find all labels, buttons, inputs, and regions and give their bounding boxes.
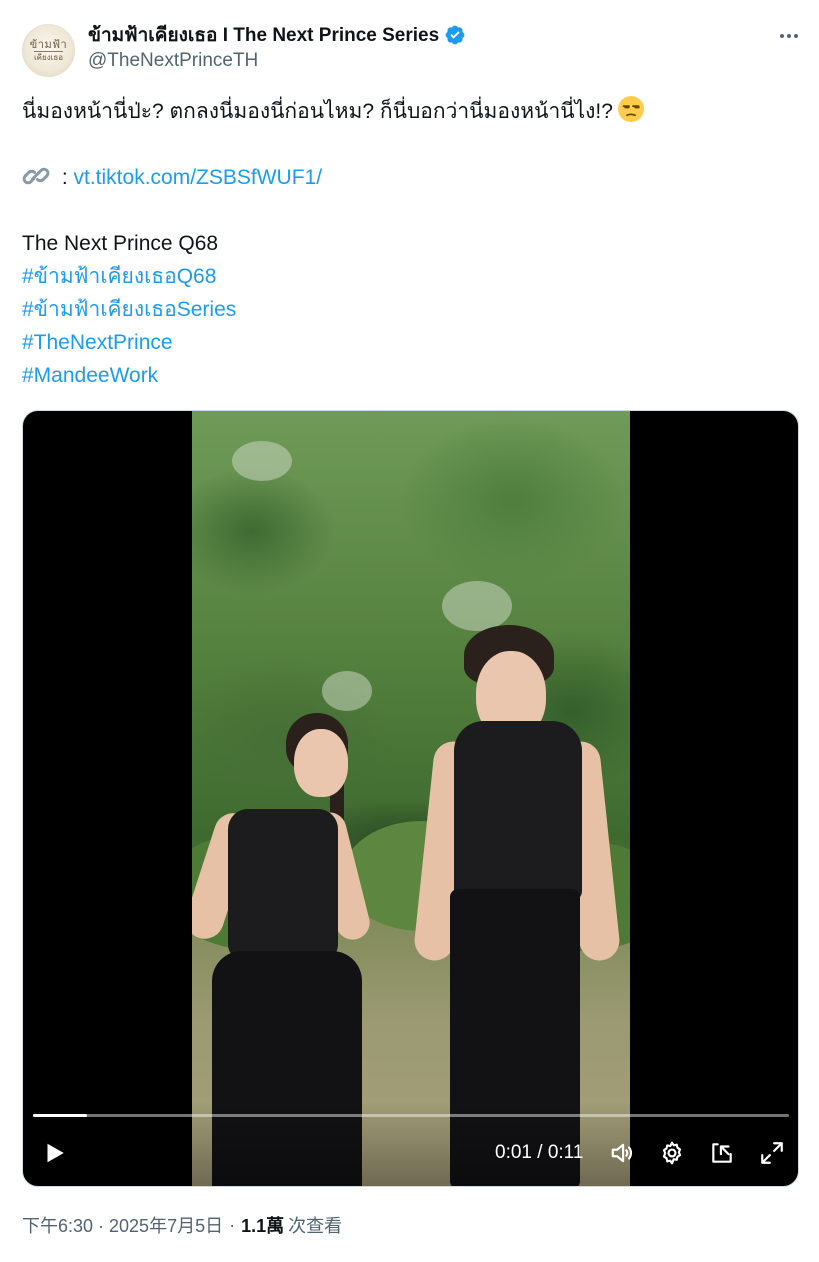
dot [780,34,784,38]
tweet-text-line-1: นี่มองหน้านี่ป่ะ? ตกลงนี่มองนี่ก่อนไหม? … [22,95,802,128]
show-title: The Next Prince Q68 [22,232,219,255]
author-handle[interactable]: @TheNextPrinceTH [88,50,258,72]
volume-button[interactable] [605,1136,639,1170]
hashtag-link[interactable]: #ข้ามฟ้าเคียงเธอQ68 [22,260,802,293]
fullscreen-icon [761,1142,783,1164]
tweet-meta: 下午6:30 · 2025年7月5日 · 1.1萬 次查看 [22,1212,342,1238]
sky-patch [232,441,292,481]
sky-patch [442,581,512,631]
tweet-sentence: นี่มองหน้านี่ป่ะ? ตกลงนี่มองนี่ก่อนไหม? … [22,100,613,123]
sky-patch [322,671,372,711]
author-name-row: ข้ามฟ้าเคียงเธอ I The Next Prince Series [88,22,466,48]
pop-out-icon [712,1143,732,1163]
meta-separator: · [229,1214,236,1235]
avatar-text-bottom: เคียงเธอ [33,50,64,62]
hashtag-link[interactable]: #ข้ามฟ้าเคียงเธอSeries [22,293,802,326]
hashtag-link[interactable]: #MandeeWork [22,359,802,392]
settings-gear-icon [662,1141,682,1165]
more-options-icon[interactable] [774,26,804,46]
tank-top [454,721,582,901]
tweet-card: ข้ามฟ้า เคียงเธอ ข้ามฟ้าเคียงเธอ I The N… [0,0,819,1262]
settings-button[interactable] [655,1136,689,1170]
volume-icon [611,1143,633,1163]
progress-fill [33,1114,88,1117]
dot [794,34,798,38]
video-controls: 0:01 / 0:11 [23,1101,798,1186]
author-avatar[interactable]: ข้ามฟ้า เคียงเธอ [22,24,75,77]
avatar-text-top: ข้ามฟ้า [29,37,68,51]
progress-bar[interactable] [33,1114,789,1117]
views-label: 次查看 [288,1216,343,1236]
video-player[interactable]: 0:01 / 0:11 [22,410,799,1187]
video-frame[interactable] [192,411,630,1186]
dot [787,34,791,38]
video-time: 0:01 / 0:11 [495,1142,584,1163]
tiktok-link[interactable]: vt.tiktok.com/ZSBSfWUF1/ [74,166,323,189]
hashtag-link[interactable]: #TheNextPrince [22,326,802,359]
fullscreen-button[interactable] [755,1136,789,1170]
verified-badge-icon[interactable] [444,24,466,46]
tweet-text: นี่มองหน้านี่ป่ะ? ตกลงนี่มองนี่ก่อนไหม? … [22,95,802,392]
unamused-face-emoji-icon [617,95,645,123]
views-count: 1.1萬 [241,1216,285,1236]
tank-top [228,809,338,959]
link-emoji-icon [22,163,50,189]
play-icon [47,1143,64,1163]
link-prefix: : [56,166,74,189]
tweet-link-line: : vt.tiktok.com/ZSBSfWUF1/ [22,161,802,194]
play-button[interactable] [37,1136,71,1170]
author-display-name[interactable]: ข้ามฟ้าเคียงเธอ I The Next Prince Series [88,20,439,50]
tweet-timestamp[interactable]: 下午6:30 · 2025年7月5日 [22,1212,223,1238]
pop-out-button[interactable] [705,1136,739,1170]
face [294,729,348,797]
